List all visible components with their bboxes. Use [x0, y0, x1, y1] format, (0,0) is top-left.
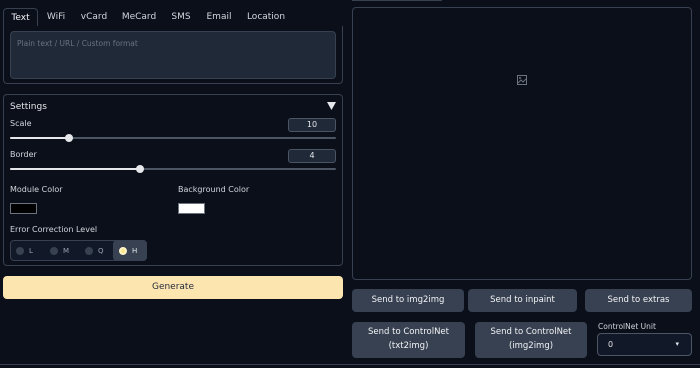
controlnet-unit-select[interactable]: 0 ▾ — [597, 333, 692, 356]
background-color-swatch[interactable] — [178, 203, 205, 214]
radio-option-q[interactable]: Q — [79, 240, 113, 261]
radio-label: M — [63, 246, 70, 255]
error-correction-label: Error Correction Level — [10, 225, 98, 234]
settings-title: Settings — [10, 102, 47, 112]
send-to-inpaint-button[interactable]: Send to inpaint — [468, 289, 577, 312]
output-tab — [352, 0, 442, 3]
send-to-controlnet-img2img-button[interactable]: Send to ControlNet (img2img) — [475, 322, 587, 358]
tab-text[interactable]: Text — [3, 8, 38, 27]
tab-wifi[interactable]: WiFi — [40, 8, 72, 27]
footer-divider — [0, 364, 700, 365]
radio-option-l[interactable]: L — [10, 240, 43, 261]
button-label-line2: (img2img) — [508, 341, 554, 351]
output-image-area — [352, 7, 692, 280]
tab-email[interactable]: Email — [202, 8, 236, 27]
text-input[interactable]: Plain text / URL / Custom format — [10, 31, 336, 79]
send-to-extras-button[interactable]: Send to extras — [585, 289, 692, 312]
image-placeholder-icon — [517, 75, 527, 85]
generate-button[interactable]: Generate — [3, 276, 343, 299]
radio-dot-icon — [85, 246, 93, 255]
button-label: Send to inpaint — [490, 294, 555, 305]
border-label: Border — [10, 150, 37, 159]
radio-label: H — [132, 246, 138, 255]
send-to-img2img-button[interactable]: Send to img2img — [352, 289, 464, 312]
background-color-label: Background Color — [178, 185, 250, 194]
chevron-down-icon: ▾ — [675, 340, 679, 348]
scale-number-input[interactable]: 10 — [288, 118, 336, 132]
radio-option-h[interactable]: H — [113, 240, 147, 261]
controlnet-unit-label: ControlNet Unit — [598, 322, 656, 331]
tab-vcard[interactable]: vCard — [76, 8, 112, 27]
border-slider-thumb[interactable] — [136, 165, 144, 173]
border-number-input[interactable]: 4 — [288, 149, 336, 163]
module-color-swatch[interactable] — [10, 203, 37, 214]
radio-dot-icon — [50, 246, 58, 255]
button-label-line1: Send to ControlNet — [368, 327, 449, 338]
button-label-line1: Send to ControlNet — [490, 327, 572, 338]
button-label-line2: (txt2img) — [388, 341, 429, 351]
radio-label: L — [29, 246, 33, 255]
scale-slider-thumb[interactable] — [65, 134, 73, 142]
send-to-controlnet-txt2img-button[interactable]: Send to ControlNet (txt2img) — [352, 322, 465, 358]
radio-option-m[interactable]: M — [44, 240, 78, 261]
button-label: Send to img2img — [371, 294, 445, 305]
controlnet-unit-value: 0 — [608, 340, 614, 349]
button-label: Send to extras — [607, 294, 670, 305]
collapse-triangle-icon[interactable] — [327, 102, 336, 110]
module-color-label: Module Color — [10, 185, 63, 194]
tab-sms[interactable]: SMS — [166, 8, 196, 27]
radio-label: Q — [98, 246, 104, 255]
radio-dot-icon — [119, 246, 127, 255]
border-slider-fill — [10, 168, 140, 170]
scale-label: Scale — [10, 119, 32, 128]
tab-mecard[interactable]: MeCard — [118, 8, 160, 27]
scale-slider-fill — [10, 137, 69, 139]
tab-location[interactable]: Location — [244, 8, 288, 27]
radio-dot-icon — [16, 246, 24, 255]
